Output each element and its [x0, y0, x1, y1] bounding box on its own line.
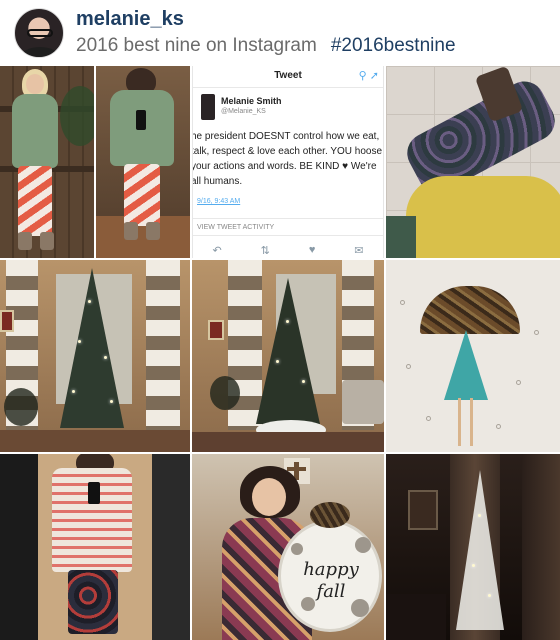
- floral-leggings: [68, 570, 118, 634]
- mosaic-dress: [444, 330, 488, 400]
- avatar-shirt: [21, 47, 59, 57]
- sign-polka-dot: [355, 537, 371, 553]
- tree-light: [488, 594, 491, 597]
- photo-legs-boots[interactable]: [386, 66, 560, 258]
- happy-fall-sign: happy fall: [278, 520, 382, 632]
- boot: [40, 232, 54, 250]
- rain-drop: [400, 300, 405, 305]
- avatar-glasses: [27, 29, 53, 37]
- tweet-timestamp: 9/16, 9:43 AM: [197, 198, 241, 205]
- curtain: [522, 454, 560, 640]
- tweet-author-handle: @Melanie_KS: [221, 108, 266, 115]
- potted-plant: [4, 388, 38, 426]
- avatar[interactable]: [14, 8, 64, 58]
- photo-christmas-tree-1[interactable]: [0, 260, 190, 452]
- boot: [146, 222, 160, 240]
- christmas-tree: [60, 268, 124, 428]
- chair: [386, 216, 416, 258]
- photo-tweet-screenshot[interactable]: Tweet ⚲ ➚ Melanie Smith @Melanie_KS he p…: [192, 66, 384, 258]
- post-caption: 2016 best nine on Instagram #2016bestnine: [76, 35, 456, 57]
- reply-icon: ↶: [212, 245, 222, 257]
- rain-drop: [496, 424, 501, 429]
- search-icon: ⚲ ➚: [358, 70, 379, 82]
- white-christmas-tree: [456, 470, 504, 630]
- person-head: [26, 74, 44, 94]
- person-head: [252, 478, 286, 516]
- tweet-text: he president DOESNT control how we eat, …: [192, 131, 383, 187]
- rain-drop: [406, 364, 411, 369]
- photo-white-christmas-tree[interactable]: [386, 454, 560, 640]
- tree-light: [88, 300, 91, 303]
- username[interactable]: melanie_ks: [76, 8, 184, 31]
- tree-light: [286, 320, 289, 323]
- retweet-icon: ⇅: [260, 245, 270, 257]
- photo-outfit-striped-dress[interactable]: [0, 454, 190, 640]
- boot: [124, 222, 138, 240]
- caption-text: 2016 best nine on Instagram: [76, 35, 317, 56]
- umbrella-mosaic: [420, 286, 520, 334]
- tree-light: [472, 564, 475, 567]
- tweet-header-bar: Tweet ⚲ ➚: [193, 66, 383, 88]
- hashtag-link[interactable]: #2016bestnine: [331, 35, 456, 56]
- boot: [18, 232, 32, 250]
- floor: [192, 432, 384, 452]
- tree-light: [110, 400, 113, 403]
- tweet-avatar: [201, 94, 215, 120]
- photo-outfit-deck[interactable]: [0, 66, 94, 258]
- christmas-tree: [256, 278, 320, 424]
- rain-drop: [426, 416, 431, 421]
- wall-art: [0, 310, 14, 332]
- wall-frame: [408, 490, 438, 530]
- rain-drop: [534, 330, 539, 335]
- green-tunic: [12, 94, 58, 168]
- tree-light: [104, 356, 107, 359]
- tweet-activity-link: VIEW TWEET ACTIVITY: [193, 218, 383, 236]
- floor: [0, 430, 190, 452]
- heart-icon: ♥: [308, 244, 316, 256]
- tweet-author-name: Melanie Smith: [221, 96, 282, 106]
- photo-outfit-mirror[interactable]: [96, 66, 190, 258]
- armchair: [342, 380, 384, 424]
- striped-leggings: [18, 166, 52, 236]
- curtain: [146, 260, 180, 452]
- rain-drop: [516, 380, 521, 385]
- mustard-dress: [406, 176, 560, 258]
- photo-girl-umbrella-art[interactable]: [386, 260, 560, 452]
- sign-polka-dot: [291, 543, 303, 555]
- burlap-bow: [310, 502, 350, 528]
- tree-light: [302, 380, 305, 383]
- foliage: [60, 86, 94, 146]
- sign-text-line1: happy: [303, 559, 359, 580]
- figure-leg: [458, 398, 461, 446]
- wall-art: [208, 320, 224, 340]
- figure-leg: [470, 398, 473, 446]
- sofa: [386, 594, 446, 640]
- striped-leggings: [124, 164, 160, 226]
- photo-christmas-tree-2[interactable]: [192, 260, 384, 452]
- phone: [88, 482, 100, 504]
- tree-light: [276, 360, 279, 363]
- tree-light: [72, 390, 75, 393]
- tweet-actions: ↶ ⇅ ♥ ✉: [193, 244, 383, 257]
- photo-happy-fall-sign[interactable]: happy fall: [192, 454, 384, 640]
- message-icon: ✉: [354, 245, 364, 257]
- post-header: melanie_ks 2016 best nine on Instagram #2…: [0, 0, 560, 66]
- tree-light: [478, 514, 481, 517]
- tweet-header-title: Tweet: [274, 70, 302, 81]
- phone: [136, 110, 146, 130]
- potted-plant: [210, 376, 240, 410]
- cross-icon: [287, 467, 306, 471]
- best-nine-grid: Tweet ⚲ ➚ Melanie Smith @Melanie_KS he p…: [0, 66, 560, 640]
- sign-text-line2: fall: [316, 581, 346, 602]
- tree-light: [78, 340, 81, 343]
